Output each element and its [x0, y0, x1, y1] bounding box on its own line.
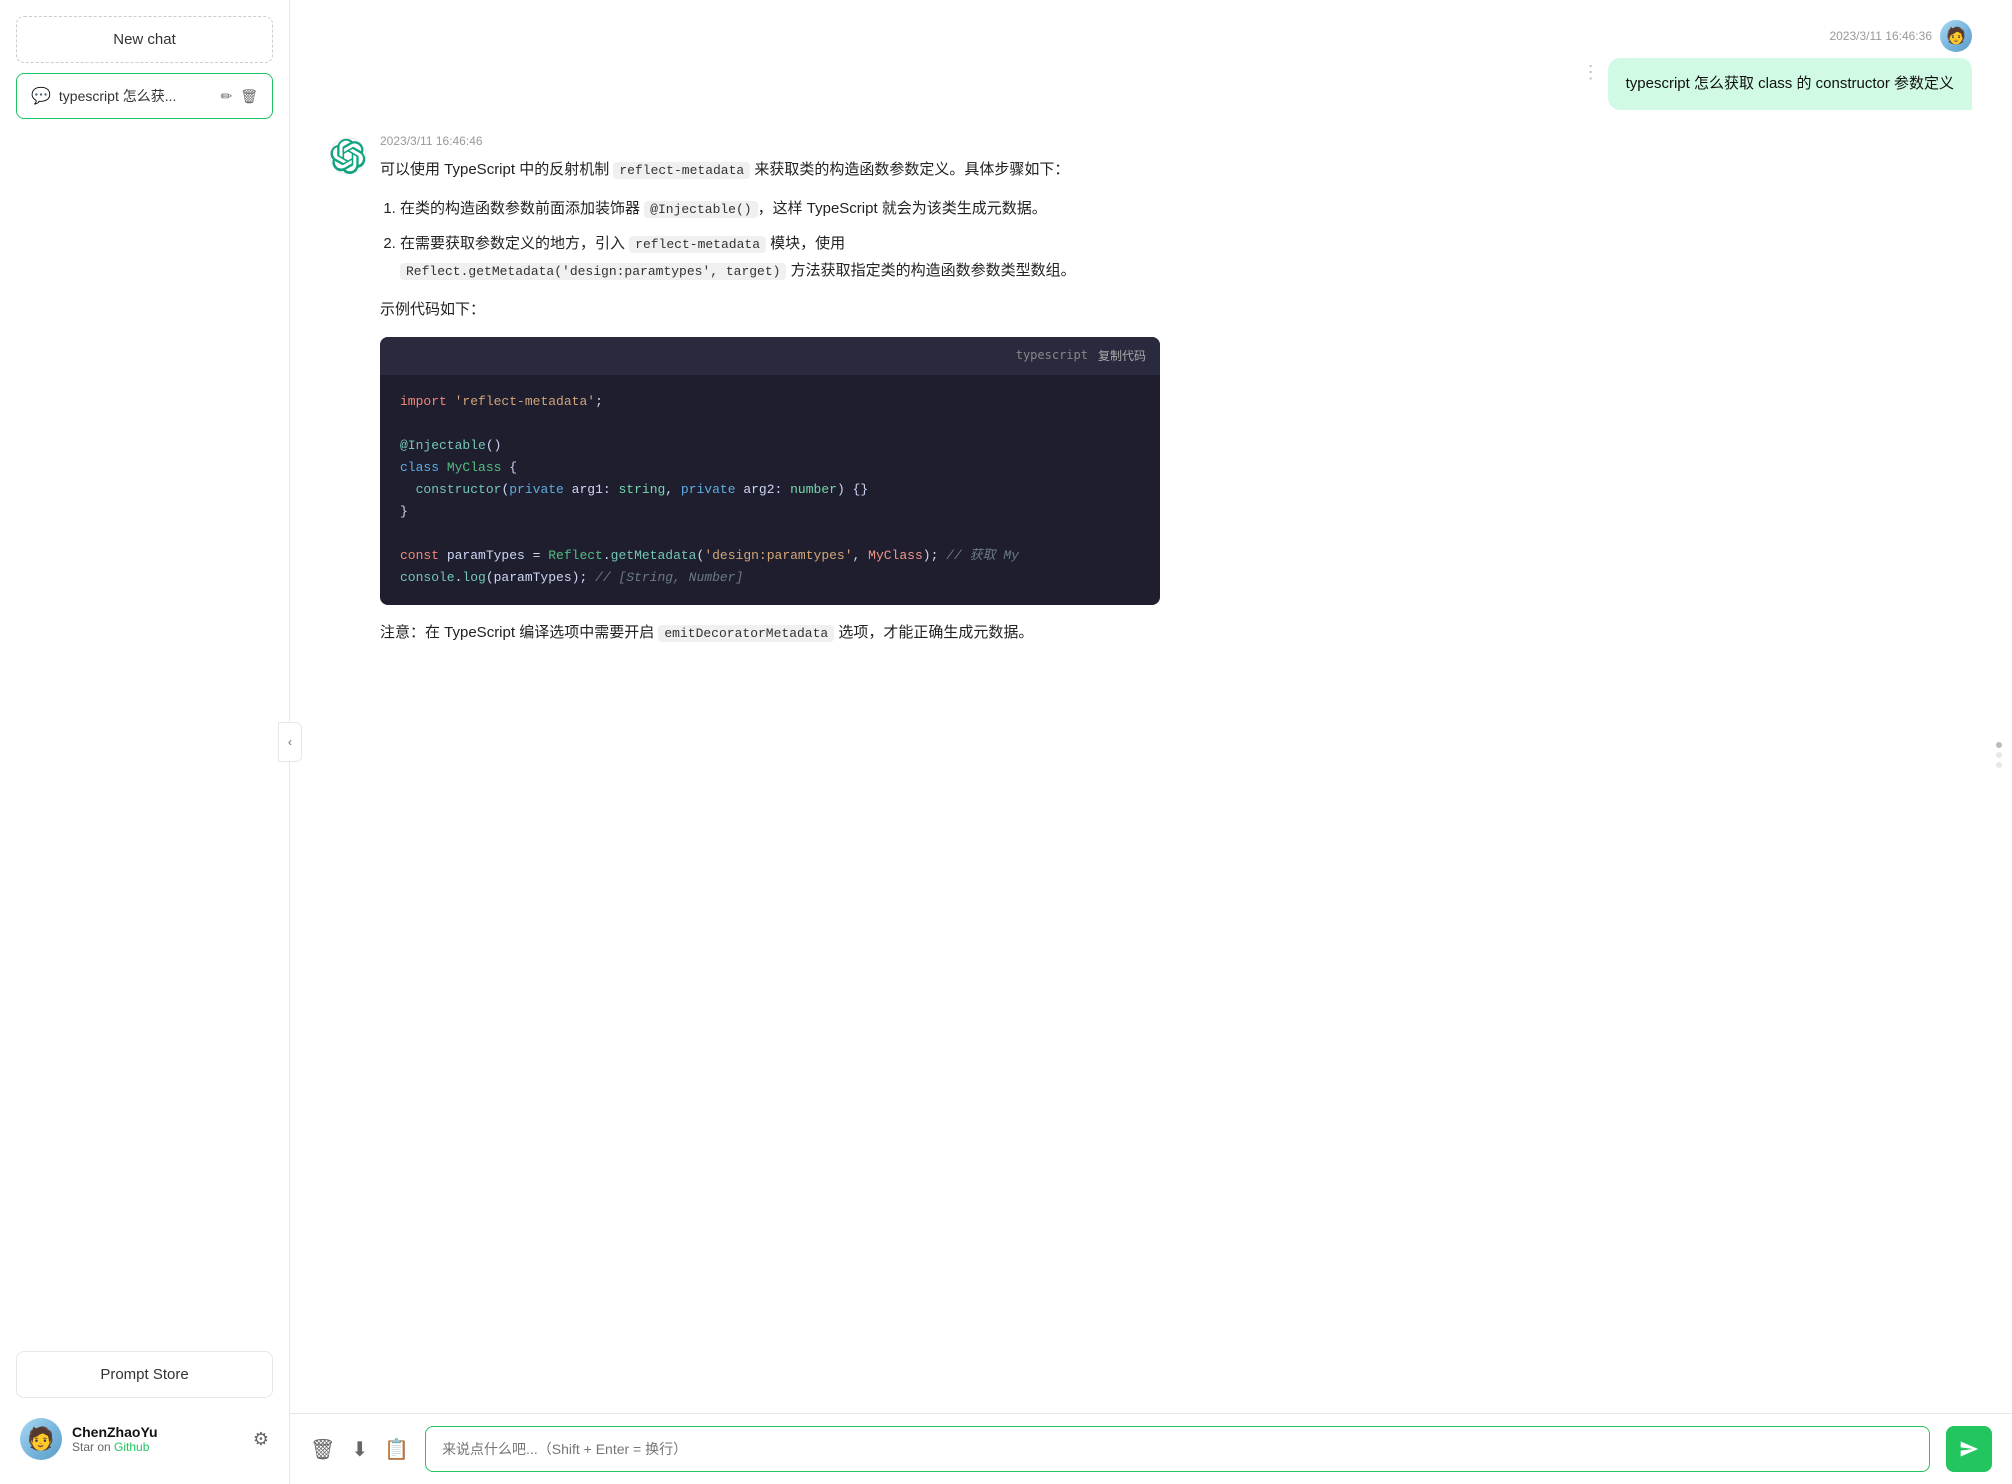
- scroll-indicator: [1996, 742, 2002, 768]
- ai-message-timestamp: 2023/3/11 16:46:46: [380, 134, 1160, 148]
- avatar: 🧑: [20, 1418, 62, 1460]
- code-line-1: import 'reflect-metadata';: [400, 391, 1140, 413]
- ai-message-text: 可以使用 TypeScript 中的反射机制 reflect-metadata …: [380, 156, 1160, 646]
- github-link[interactable]: Github: [114, 1440, 149, 1454]
- code-line-blank1: [400, 413, 1140, 435]
- code-line-console: console.log(paramTypes); // [String, Num…: [400, 567, 1140, 589]
- user-message-timestamp: 2023/3/11 16:46:36 🧑: [1829, 20, 1972, 52]
- send-button[interactable]: [1946, 1426, 1992, 1472]
- code-line-const: const paramTypes = Reflect.getMetadata('…: [400, 545, 1140, 567]
- code-line-class: class MyClass {: [400, 457, 1140, 479]
- ai-message-row: 2023/3/11 16:46:46 可以使用 TypeScript 中的反射机…: [330, 134, 1972, 658]
- chat-item-actions: ✏ 🗑: [220, 88, 258, 105]
- code-line-blank2: [400, 523, 1140, 545]
- user-message-bubble: typescript 怎么获取 class 的 constructor 参数定义: [1608, 58, 1972, 110]
- prompt-store-button[interactable]: Prompt Store: [16, 1351, 273, 1398]
- share-icon[interactable]: 📋: [384, 1437, 409, 1462]
- code-header: typescript 复制代码: [380, 337, 1160, 375]
- user-avatar-small: 🧑: [1940, 20, 1972, 52]
- bottom-bar: 🗑 ⬇ 📋: [290, 1413, 2012, 1484]
- user-info: ChenZhaoYu Star on Github: [72, 1424, 243, 1454]
- settings-icon[interactable]: ⚙: [253, 1429, 269, 1450]
- ai-step-1: 在类的构造函数参数前面添加装饰器 @Injectable()，这样 TypeSc…: [400, 195, 1160, 222]
- new-chat-button[interactable]: New chat: [16, 16, 273, 63]
- scroll-dot-1: [1996, 742, 2002, 748]
- inline-code-getmetadata: Reflect.getMetadata('design:paramtypes',…: [400, 263, 786, 280]
- chat-icon: 💬: [31, 86, 51, 106]
- sidebar: New chat 💬 typescript 怎么获... ✏ 🗑 Prompt …: [0, 0, 290, 1484]
- ai-steps-list: 在类的构造函数参数前面添加装饰器 @Injectable()，这样 TypeSc…: [380, 195, 1160, 284]
- collapse-sidebar-button[interactable]: ‹: [278, 722, 302, 762]
- user-subtitle: Star on Github: [72, 1440, 243, 1454]
- main-chat: 2023/3/11 16:46:36 🧑 ⋮ typescript 怎么获取 c…: [290, 0, 2012, 1484]
- delete-chat-icon[interactable]: 🗑: [240, 88, 258, 105]
- ai-intro-text: 可以使用 TypeScript 中的反射机制 reflect-metadata …: [380, 156, 1160, 183]
- code-line-constructor: constructor(private arg1: string, privat…: [400, 479, 1140, 501]
- ai-note-text: 注意：在 TypeScript 编译选项中需要开启 emitDecoratorM…: [380, 619, 1160, 646]
- code-block: typescript 复制代码 import 'reflect-metadata…: [380, 337, 1160, 605]
- code-language-label: typescript: [1016, 345, 1088, 367]
- edit-chat-icon[interactable]: ✏: [220, 88, 232, 105]
- user-message-row: 2023/3/11 16:46:36 🧑 ⋮ typescript 怎么获取 c…: [330, 20, 1972, 110]
- copy-code-button[interactable]: 复制代码: [1098, 347, 1146, 364]
- message-more-icon[interactable]: ⋮: [1582, 62, 1600, 83]
- chat-list-item[interactable]: 💬 typescript 怎么获... ✏ 🗑: [16, 73, 273, 119]
- user-name: ChenZhaoYu: [72, 1424, 243, 1440]
- ai-message-content: 2023/3/11 16:46:46 可以使用 TypeScript 中的反射机…: [380, 134, 1160, 658]
- inline-code-reflect: reflect-metadata: [613, 162, 750, 179]
- inline-code-injectable: @Injectable(): [644, 201, 757, 218]
- code-line-close: }: [400, 501, 1140, 523]
- ai-step-2: 在需要获取参数定义的地方，引入 reflect-metadata 模块，使用 R…: [400, 230, 1160, 284]
- chat-messages: 2023/3/11 16:46:36 🧑 ⋮ typescript 怎么获取 c…: [290, 0, 2012, 1413]
- inline-code-emit: emitDecoratorMetadata: [658, 625, 834, 642]
- ai-example-label: 示例代码如下：: [380, 296, 1160, 323]
- download-icon[interactable]: ⬇: [351, 1437, 368, 1462]
- chat-input[interactable]: [425, 1426, 1930, 1472]
- chat-item-title: typescript 怎么获...: [59, 86, 213, 106]
- inline-code-reflect2: reflect-metadata: [629, 236, 766, 253]
- user-profile: 🧑 ChenZhaoYu Star on Github ⚙: [16, 1410, 273, 1468]
- scroll-dot-3: [1996, 762, 2002, 768]
- code-content: import 'reflect-metadata'; @Injectable()…: [380, 375, 1160, 606]
- code-line-decorator: @Injectable(): [400, 435, 1140, 457]
- scroll-dot-2: [1996, 752, 2002, 758]
- ai-avatar: [330, 138, 366, 174]
- trash-icon[interactable]: 🗑: [310, 1437, 335, 1462]
